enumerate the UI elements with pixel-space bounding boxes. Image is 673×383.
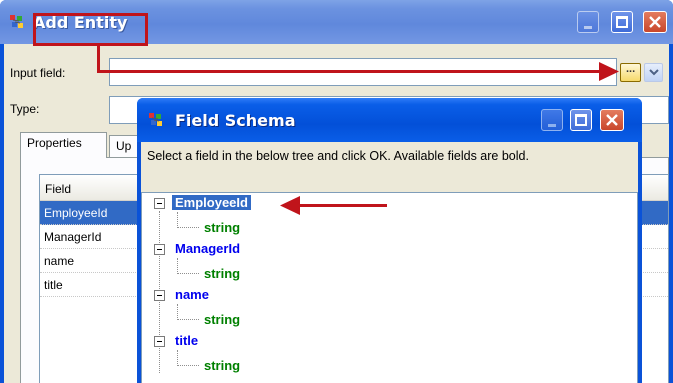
tree-node-employeeid[interactable]: EmployeeId <box>171 194 252 211</box>
instruction-text: Select a field in the below tree and cli… <box>147 149 529 163</box>
tree-leaf-type[interactable]: string <box>204 312 240 327</box>
tree-node-title[interactable]: title <box>175 333 198 348</box>
tab-update-label: Up <box>116 139 132 153</box>
tab-properties[interactable]: Properties <box>20 132 107 158</box>
collapse-icon[interactable] <box>154 290 165 301</box>
field-schema-client: Select a field in the below tree and cli… <box>141 142 638 383</box>
tree-line <box>177 227 199 228</box>
grid-cell: EmployeeId <box>44 206 108 220</box>
collapse-icon[interactable] <box>154 336 165 347</box>
tree-line <box>177 304 178 320</box>
arrow-right-icon <box>599 62 619 81</box>
maximize-icon <box>575 114 587 126</box>
collapse-icon[interactable] <box>154 244 165 255</box>
tree-line <box>177 273 199 274</box>
grid-cell: title <box>44 278 63 292</box>
close-button[interactable] <box>600 109 624 131</box>
minimize-button[interactable] <box>577 11 599 33</box>
tree-leaf-type[interactable]: string <box>204 358 240 373</box>
field-schema-window: Field Schema Select a field in the below… <box>137 98 642 383</box>
grid-header-field: Field <box>45 182 72 196</box>
maximize-button[interactable] <box>570 109 592 131</box>
close-icon <box>606 114 618 126</box>
annotation-line-vertical <box>97 45 100 72</box>
minimize-icon <box>548 124 556 127</box>
tree-node-managerid[interactable]: ManagerId <box>175 241 240 256</box>
maximize-button[interactable] <box>611 11 633 33</box>
minimize-icon <box>584 26 592 29</box>
dropdown-button[interactable] <box>644 63 663 82</box>
close-icon <box>649 16 661 28</box>
app-icon <box>149 113 162 126</box>
tree-leaf-type[interactable]: string <box>204 220 240 235</box>
tree-line <box>177 350 178 366</box>
schema-tree[interactable]: EmployeeId string ManagerId string name … <box>141 192 638 383</box>
field-schema-titlebar[interactable]: Field Schema <box>137 98 642 142</box>
chevron-down-icon <box>649 69 659 76</box>
browse-button[interactable]: ... <box>620 63 641 82</box>
type-label: Type: <box>10 102 40 116</box>
grid-cell: ManagerId <box>44 230 102 244</box>
input-field-label: Input field: <box>10 66 66 80</box>
collapse-icon[interactable] <box>154 198 165 209</box>
title-highlight-box <box>33 13 148 46</box>
tree-leaf-type[interactable]: string <box>204 266 240 281</box>
maximize-icon <box>616 16 628 28</box>
annotation-line-horizontal <box>97 70 607 73</box>
tree-line <box>177 212 178 228</box>
close-button[interactable] <box>643 11 667 33</box>
tree-line <box>177 258 178 274</box>
grid-cell: name <box>44 254 75 268</box>
tree-line <box>177 365 199 366</box>
browse-button-label: ... <box>626 63 636 75</box>
dialog-title: Field Schema <box>175 111 296 130</box>
minimize-button[interactable] <box>541 109 563 131</box>
arrow-left-icon <box>280 196 300 215</box>
tree-node-name[interactable]: name <box>175 287 209 302</box>
app-icon <box>10 15 23 28</box>
annotation-arrow-shaft <box>297 204 387 207</box>
tree-line <box>177 319 199 320</box>
tab-properties-label: Properties <box>27 136 82 150</box>
